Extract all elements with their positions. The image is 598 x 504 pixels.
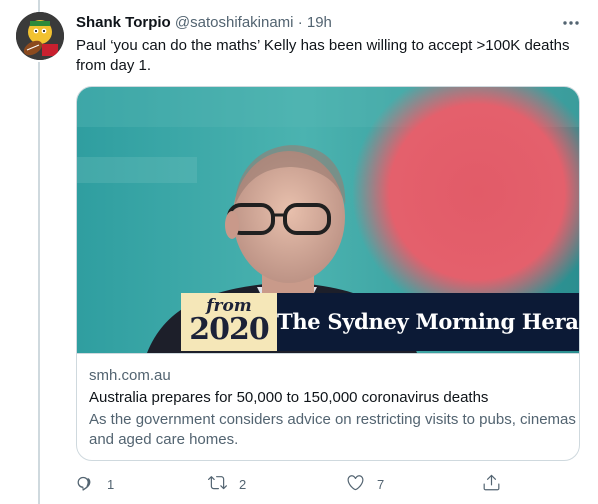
action-bar: 1 2 7: [76, 472, 516, 496]
reply-count: 1: [107, 476, 115, 492]
tweet-header: Shank Torpio @satoshifakinami · 19h: [76, 13, 582, 33]
card-image[interactable]: from 2020 The Sydney Morning Herald: [77, 87, 579, 353]
avatar[interactable]: [16, 12, 64, 60]
card-domain: smh.com.au: [89, 367, 171, 384]
tweet-time[interactable]: 19h: [307, 14, 332, 31]
smh-banner: from 2020 The Sydney Morning Herald: [181, 293, 579, 351]
author-handle[interactable]: @satoshifakinami: [175, 14, 294, 31]
retweet-button[interactable]: 2: [208, 472, 246, 496]
tweet-text: Paul ‘you can do the maths’ Kelly has be…: [76, 37, 570, 74]
more-icon[interactable]: [560, 12, 582, 34]
retweet-icon[interactable]: [208, 473, 227, 495]
tweet[interactable]: Shank Torpio @satoshifakinami · 19h Paul…: [0, 0, 598, 504]
like-icon[interactable]: [346, 473, 365, 495]
share-button[interactable]: [482, 472, 501, 496]
card-body[interactable]: smh.com.au Australia prepares for 50,000…: [77, 353, 579, 460]
reply-button[interactable]: 1: [76, 472, 114, 496]
reply-icon[interactable]: [76, 473, 95, 495]
author-name[interactable]: Shank Torpio: [76, 14, 171, 31]
card-description: As the government considers advice on re…: [89, 411, 576, 448]
card-title: Australia prepares for 50,000 to 150,000…: [89, 389, 489, 406]
masthead-logo: The Sydney Morning Herald: [277, 293, 579, 351]
like-count: 7: [377, 476, 385, 492]
from-badge: from 2020: [181, 293, 277, 351]
like-button[interactable]: 7: [346, 472, 384, 496]
separator: ·: [297, 14, 303, 31]
thread-line-top: [38, 0, 40, 12]
badge-year: 2020: [189, 312, 270, 347]
link-card[interactable]: from 2020 The Sydney Morning Herald smh.…: [76, 86, 580, 461]
share-icon[interactable]: [482, 473, 501, 495]
thread-line-bottom: [38, 62, 40, 504]
retweet-count: 2: [239, 476, 247, 492]
